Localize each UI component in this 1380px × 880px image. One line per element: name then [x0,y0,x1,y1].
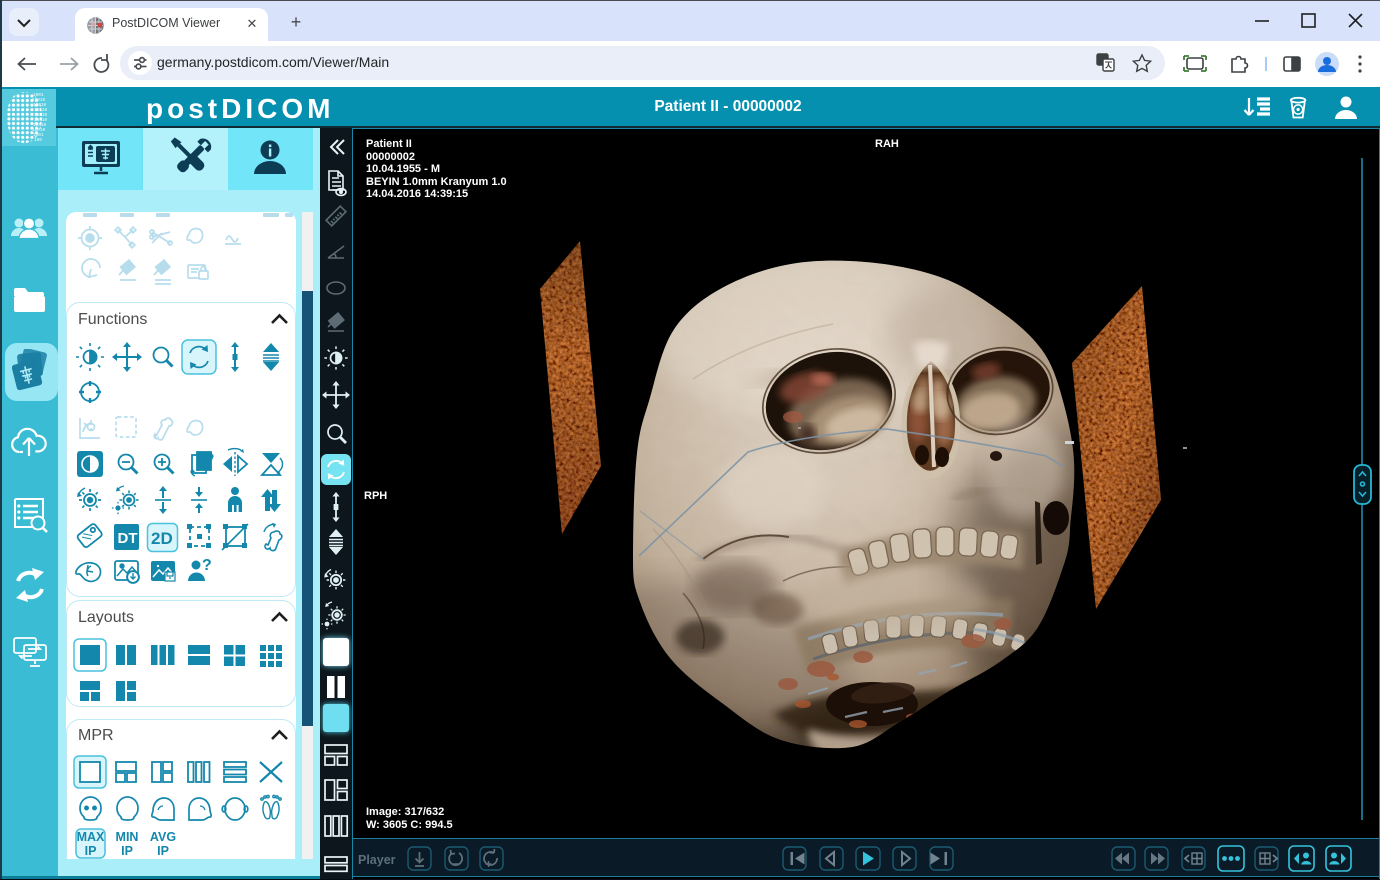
svg-text:IP: IP [85,844,97,858]
svg-text:100: 100 [34,138,42,143]
svg-text:?: ? [202,557,212,574]
svg-text:AVG: AVG [150,830,176,844]
svg-text:IP: IP [121,844,133,858]
svg-text:DT: DT [118,530,138,547]
svg-text:Player: Player [358,853,396,867]
svg-text:MAX: MAX [77,830,105,844]
svg-text:IP: IP [157,844,169,858]
svg-text:2D: 2D [151,529,173,548]
svg-text:MIN: MIN [116,830,139,844]
